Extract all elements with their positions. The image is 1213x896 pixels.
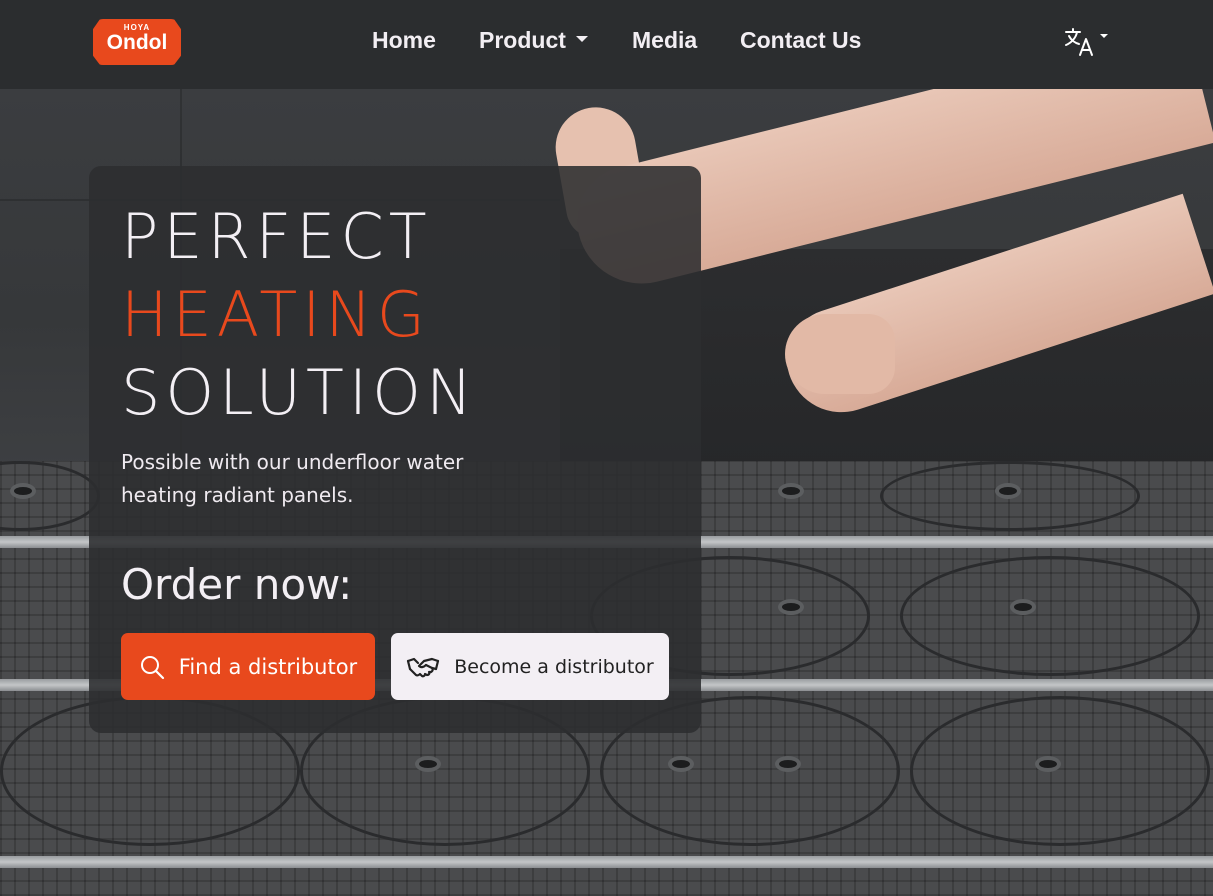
language-selector[interactable]: [1064, 27, 1108, 57]
nav-product-dropdown[interactable]: Product: [479, 27, 588, 54]
find-distributor-label: Find a distributor: [178, 654, 358, 679]
foot-image: [785, 314, 895, 394]
navbar: HOYA Ondol Home Product Media Contact Us: [0, 0, 1213, 89]
translate-icon: [1065, 28, 1093, 56]
handshake-icon: [407, 657, 440, 677]
headline-line-solution: SOLUTION: [121, 356, 478, 429]
nav-contact-link[interactable]: Contact Us: [740, 27, 861, 54]
chevron-down-icon: [575, 35, 588, 42]
nav-media-link[interactable]: Media: [632, 27, 697, 54]
search-icon: [140, 655, 164, 679]
become-distributor-button[interactable]: Become a distributor: [391, 633, 669, 700]
chevron-down-icon: [1100, 34, 1108, 38]
headline-line-heating: HEATING: [121, 278, 430, 351]
nav-product-label: Product: [479, 27, 566, 53]
order-now-heading: Order now:: [121, 560, 353, 609]
find-distributor-button[interactable]: Find a distributor: [121, 633, 375, 700]
hero-headline: PERFECT HEATING SOLUTION: [121, 198, 477, 432]
hero-subtitle: Possible with our underfloor water heati…: [121, 450, 464, 507]
nav-home-link[interactable]: Home: [372, 27, 436, 54]
headline-line-perfect: PERFECT: [121, 200, 432, 273]
nav-menu: Home Product Media Contact Us: [0, 0, 1213, 89]
become-distributor-label: Become a distributor: [454, 655, 654, 678]
